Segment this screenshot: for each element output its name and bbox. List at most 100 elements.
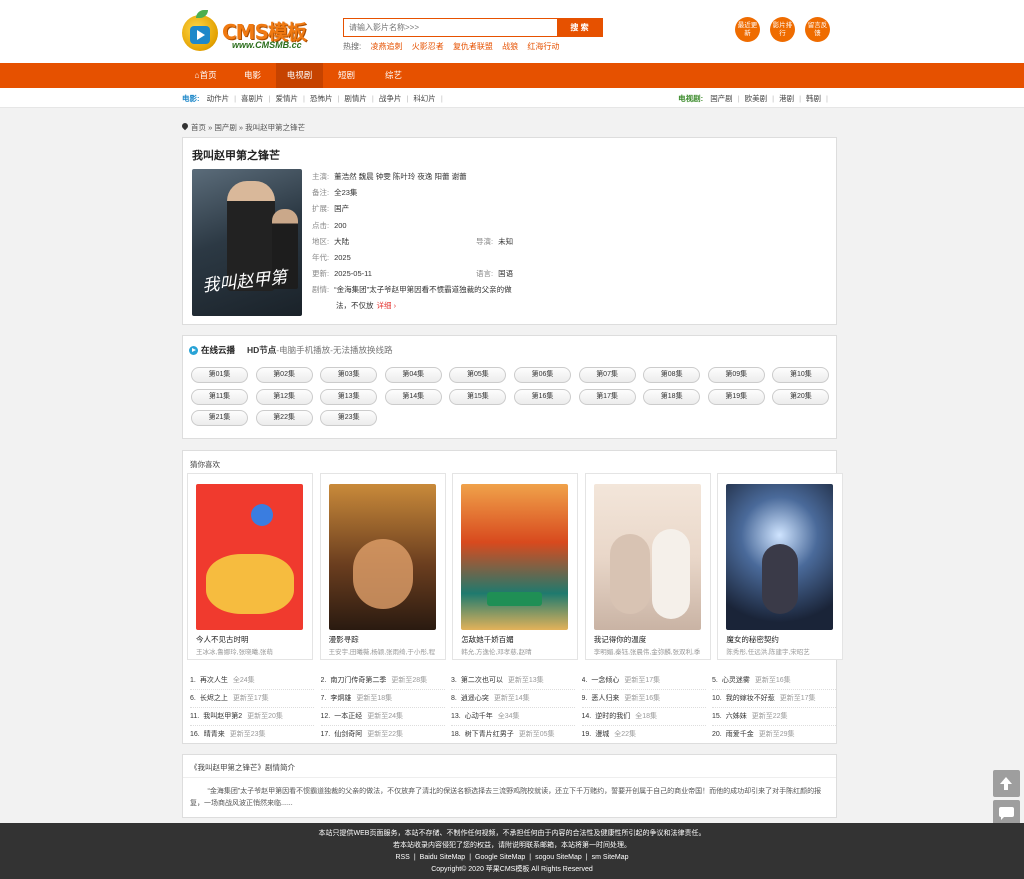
episode-button[interactable]: 第03集 — [320, 367, 378, 383]
episode-button[interactable]: 第05集 — [449, 367, 507, 383]
rank-title[interactable]: 长烬之上 — [200, 695, 228, 702]
episode-button[interactable]: 第10集 — [772, 367, 830, 383]
search-input[interactable] — [344, 19, 556, 36]
recommend-title[interactable]: 怎敌她千娇百媚 — [461, 634, 514, 645]
rank-title[interactable]: 仙剑奇阿 — [334, 731, 362, 738]
rank-title[interactable]: 六姊妹 — [726, 713, 747, 720]
rank-item[interactable]: 20. 雨爱千金 更新至29集 — [712, 726, 836, 744]
rank-item[interactable]: 16. 晴青来 更新至23集 — [190, 726, 314, 744]
nav-short[interactable]: 短剧 — [323, 63, 370, 88]
episode-button[interactable]: 第13集 — [320, 388, 378, 405]
tv-category-link[interactable]: 港剧 — [779, 94, 794, 103]
rank-title[interactable]: 逍遥心突 — [461, 695, 489, 702]
rank-item[interactable]: 11. 我叫赵甲第2 更新至20集 — [190, 708, 314, 726]
tv-category-link[interactable]: 国产剧 — [710, 94, 733, 103]
hot-keyword[interactable]: 火影忍者 — [412, 42, 444, 51]
rank-item[interactable]: 18. 树下青片红男子 更新至05集 — [451, 726, 575, 744]
movie-category-link[interactable]: 爱情片 — [276, 94, 299, 103]
episode-button[interactable]: 第04集 — [384, 367, 442, 383]
rank-title[interactable]: 逆时的我们 — [595, 713, 630, 720]
recommend-poster[interactable] — [593, 484, 701, 630]
episode-button[interactable]: 第06集 — [514, 367, 571, 383]
rank-title[interactable]: 恶人归来 — [591, 695, 619, 702]
recommend-card[interactable]: 怎敌她千娇百媚 韩允,方逸伦,邓孝慈,赵晴 — [452, 473, 579, 660]
episode-button[interactable]: 第18集 — [643, 388, 701, 405]
rank-title[interactable]: 一本正经 — [334, 713, 362, 720]
rank-item[interactable]: 15. 六姊妹 更新至22集 — [712, 708, 836, 726]
recommend-card[interactable]: 今人不见古时明 王冰冰,鲁娜玲,张晓曦,张萌 — [187, 473, 313, 660]
rank-item[interactable]: 19. 漫城 全22集 — [581, 726, 706, 744]
rank-item[interactable]: 17. 仙剑奇阿 更新至22集 — [320, 726, 445, 744]
rank-item[interactable]: 6. 长烬之上 更新至17集 — [190, 690, 314, 708]
episode-button[interactable]: 第09集 — [707, 367, 765, 383]
episode-button[interactable]: 第07集 — [578, 367, 636, 383]
episode-button[interactable]: 第19集 — [707, 388, 765, 405]
rank-title[interactable]: 南刀门传奇第二季 — [330, 677, 386, 684]
recommend-title[interactable]: 魔女的秘密契约 — [726, 634, 779, 645]
nav-tv[interactable]: 电视剧 — [276, 63, 323, 88]
footer-link[interactable]: Baidu SiteMap — [420, 854, 466, 861]
recommend-poster[interactable] — [461, 484, 569, 630]
recommend-card[interactable]: 魔女的秘密契约 陈秀彤,任远洪,陈建宇,宋昭艺 — [717, 473, 844, 660]
back-to-top-icon[interactable] — [993, 770, 1020, 797]
episode-button[interactable]: 第15集 — [449, 388, 507, 405]
footer-link[interactable]: Google SiteMap — [475, 854, 525, 861]
recommend-title[interactable]: 我记得你的温度 — [594, 634, 647, 645]
hot-keyword[interactable]: 战狼 — [502, 42, 518, 51]
rank-item[interactable]: 3. 第二次也可以 更新至13集 — [451, 672, 575, 690]
rank-item[interactable]: 7. 李炯雄 更新至18集 — [320, 690, 445, 708]
episode-button[interactable]: 第17集 — [578, 388, 636, 405]
rank-item[interactable]: 13. 心动千年 全34集 — [451, 708, 575, 726]
rank-title[interactable]: 我的嫁妆不好惹 — [726, 695, 775, 702]
rank-title[interactable]: 心灵迷雾 — [722, 677, 750, 684]
breadcrumb-text[interactable]: 首页 » 国产剧 » 我叫赵甲第之锋芒 — [191, 123, 305, 132]
ranking-button[interactable]: 影片排行 — [770, 17, 795, 42]
movie-category-link[interactable]: 剧情片 — [344, 94, 367, 103]
rank-item[interactable]: 8. 逍遥心突 更新至14集 — [451, 690, 575, 708]
rank-title[interactable]: 一念倾心 — [591, 677, 619, 684]
search-button[interactable]: 搜 索 — [557, 19, 602, 36]
episode-button[interactable]: 第11集 — [191, 388, 248, 405]
footer-link[interactable]: sogou SiteMap — [535, 854, 582, 861]
rank-item[interactable]: 5. 心灵迷雾 更新至16集 — [712, 672, 836, 690]
rank-item[interactable]: 2. 南刀门传奇第二季 更新至28集 — [320, 672, 445, 690]
recent-updates-button[interactable]: 最近更新 — [735, 17, 760, 42]
rank-title[interactable]: 再次人生 — [200, 677, 228, 684]
rank-item[interactable]: 12. 一本正经 更新至24集 — [320, 708, 445, 726]
rank-title[interactable]: 雨爱千金 — [726, 731, 754, 738]
recommend-poster[interactable] — [726, 484, 834, 630]
recommend-poster[interactable] — [328, 484, 436, 630]
episode-button[interactable]: 第23集 — [320, 410, 378, 426]
nav-movie[interactable]: 电影 — [229, 63, 276, 88]
recommend-card[interactable]: 漫影寻踪 王安宇,田曦薇,杨颖,张雨绮,于小彤,程 — [319, 473, 446, 660]
rank-title[interactable]: 第二次也可以 — [461, 677, 503, 684]
recommend-title[interactable]: 漫影寻踪 — [329, 634, 359, 645]
poster-image[interactable]: 我叫赵甲第 — [192, 169, 302, 316]
rank-title[interactable]: 我叫赵甲第2 — [203, 713, 242, 720]
feedback-button[interactable]: 留言反馈 — [805, 17, 830, 42]
more-details-link[interactable]: 详细 › — [377, 301, 397, 310]
rank-item[interactable]: 9. 恶人归来 更新至16集 — [581, 690, 706, 708]
episode-button[interactable]: 第01集 — [191, 367, 248, 383]
movie-category-link[interactable]: 恐怖片 — [310, 94, 333, 103]
movie-category-link[interactable]: 喜剧片 — [241, 94, 264, 103]
hot-keyword[interactable]: 凌燕追刺 — [370, 42, 402, 51]
recommend-poster[interactable] — [196, 484, 303, 630]
rank-item[interactable]: 1. 再次人生 全24集 — [190, 672, 314, 690]
episode-button[interactable]: 第22集 — [255, 410, 313, 426]
movie-category-link[interactable]: 科幻片 — [413, 94, 436, 103]
rank-title[interactable]: 树下青片红男子 — [465, 731, 514, 738]
rank-item[interactable]: 4. 一念倾心 更新至17集 — [581, 672, 706, 690]
episode-button[interactable]: 第14集 — [384, 388, 442, 405]
movie-category-link[interactable]: 动作片 — [207, 94, 230, 103]
episode-button[interactable]: 第21集 — [191, 410, 248, 426]
site-logo[interactable]: CMS模板 www.CMSMB.cc — [182, 10, 327, 54]
recommend-card[interactable]: 我记得你的温度 李明媚,秦钰,张晨伟,金弥麟,张双利,季 — [584, 473, 711, 660]
tv-category-link[interactable]: 韩剧 — [806, 94, 821, 103]
episode-button[interactable]: 第12集 — [255, 388, 313, 405]
rank-title[interactable]: 漫城 — [595, 731, 609, 738]
hot-keyword[interactable]: 复仇者联盟 — [453, 42, 493, 51]
footer-link[interactable]: RSS — [395, 854, 409, 861]
episode-button[interactable]: 第02集 — [255, 367, 313, 383]
hot-keyword[interactable]: 红海行动 — [527, 42, 559, 51]
